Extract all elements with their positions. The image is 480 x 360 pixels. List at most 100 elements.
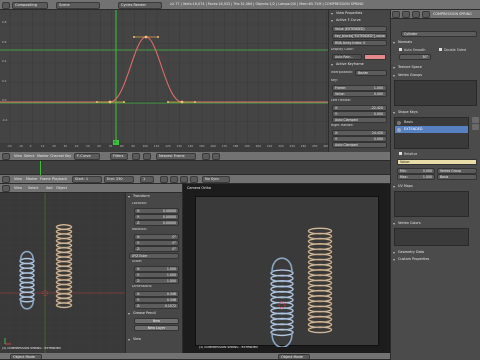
location-x[interactable]: X: 0.00000 xyxy=(134,208,179,214)
shape-key-remove-button[interactable] xyxy=(472,124,479,130)
timeline-type-icon[interactable] xyxy=(2,176,10,183)
active-fcurve-section[interactable]: Active F-Curve xyxy=(330,18,389,24)
menu-select[interactable]: Select xyxy=(24,154,34,158)
left-handle-type[interactable]: Auto Clamped xyxy=(332,117,387,123)
uv-maps-list[interactable] xyxy=(394,191,469,217)
graph-canvas[interactable] xyxy=(0,10,328,152)
timeline-menu-view[interactable]: View xyxy=(14,177,22,181)
menu-channel[interactable]: Channel xyxy=(50,154,64,158)
graph-editor-type-icon[interactable] xyxy=(2,153,10,160)
shape-key-basis[interactable]: Basis xyxy=(395,119,468,126)
play-icon[interactable] xyxy=(180,176,188,183)
right-mode-select[interactable]: Object Mode xyxy=(278,353,310,359)
transform-section[interactable]: Transform xyxy=(127,194,181,200)
shape-key-add-button[interactable] xyxy=(472,117,479,123)
filters-button[interactable]: Filters xyxy=(110,153,128,160)
right-handle-x-field[interactable]: X: 24.420 xyxy=(332,130,387,136)
auto-snap-select[interactable]: Nearest Frame xyxy=(156,153,196,160)
right-handle-type[interactable]: Auto Clamped xyxy=(332,142,387,148)
viewport-menu-add[interactable]: Add xyxy=(46,186,53,190)
relative-checkbox[interactable]: Relative xyxy=(399,152,478,157)
timeline-menu-marker[interactable]: Marker xyxy=(26,177,38,181)
viewport-menu-view[interactable]: View xyxy=(14,186,22,190)
pivot-icon[interactable] xyxy=(132,153,140,160)
grease-pencil-new-button[interactable]: New xyxy=(134,318,179,324)
viewport-menu-select[interactable]: Select xyxy=(28,186,38,190)
start-frame-field[interactable]: Start: 1 xyxy=(72,176,102,183)
end-frame-field[interactable]: End: 250 xyxy=(104,176,134,183)
scene-tab-icon[interactable] xyxy=(412,11,420,18)
geometry-data-section[interactable]: Geometry Data xyxy=(392,250,479,256)
location-y[interactable]: Y: 0.00000 xyxy=(134,214,179,220)
normalize-icon[interactable] xyxy=(143,153,151,160)
rotation-mode-select[interactable]: XYZ Euler xyxy=(129,253,179,259)
vertex-colors-list[interactable] xyxy=(394,228,469,246)
location-z[interactable]: Z: 0.00000 xyxy=(134,220,179,226)
key-value-field[interactable]: Value: 0.000 xyxy=(332,91,387,97)
dimension-y[interactable]: Y: 0.346 xyxy=(134,297,179,303)
viewport-type-icon[interactable] xyxy=(2,185,10,192)
viewport-left[interactable] xyxy=(0,193,125,353)
dimension-z[interactable]: Z: 0.1572 xyxy=(134,303,179,309)
rotation-y[interactable]: Y: 0° xyxy=(134,240,179,246)
jump-start-icon[interactable] xyxy=(160,176,168,183)
object-name-field[interactable]: Cylinder xyxy=(401,31,477,37)
object-tab-icon[interactable] xyxy=(422,11,430,18)
angle-field[interactable]: 30° xyxy=(399,54,431,60)
play-reverse-icon[interactable] xyxy=(170,176,178,183)
active-keyframe-section[interactable]: Active Keyframe xyxy=(330,62,389,68)
vertex-group-field[interactable]: Vertex Group xyxy=(437,168,477,174)
scale-z[interactable]: Z: 1.000 xyxy=(134,278,179,284)
color-mode-select[interactable]: Auto Rain... xyxy=(332,54,362,60)
timeline-track[interactable] xyxy=(0,161,390,175)
layout-selector[interactable]: Compositing xyxy=(12,1,48,9)
interpolation-select[interactable]: Bezier xyxy=(355,70,387,76)
range-max-field[interactable]: Max: 1.000 xyxy=(397,174,435,180)
custom-properties-section[interactable]: Custom Properties xyxy=(392,257,479,263)
grease-pencil-new-layer-button[interactable]: New Layer xyxy=(134,325,179,331)
scene-selector[interactable]: Scene xyxy=(56,1,100,9)
vertex-groups-section[interactable]: Vertex Groups xyxy=(392,73,479,79)
array-index-field[interactable]: RNA Array Index: 0 xyxy=(332,40,387,46)
rotation-x[interactable]: X: 0° xyxy=(134,234,179,240)
timeline-menu-playback[interactable]: Playback xyxy=(52,177,67,181)
double-sided-checkbox[interactable]: Double Sided xyxy=(439,48,478,53)
menu-view[interactable]: View xyxy=(14,154,22,158)
relative-to-field[interactable]: Basis xyxy=(437,174,477,180)
editor-type-icon[interactable] xyxy=(2,1,10,9)
render-tab-icon[interactable] xyxy=(402,11,410,18)
properties-type-icon[interactable] xyxy=(392,11,400,18)
render-engine-selector[interactable]: Cycles Render xyxy=(118,1,162,9)
rotation-z[interactable]: Z: 0° xyxy=(134,246,179,252)
vertex-colors-section[interactable]: Vertex Colors xyxy=(392,221,479,227)
channel-name-field[interactable]: Value (EXTENDED) xyxy=(332,26,387,32)
rna-path-field[interactable]: key_blocks["EXTENDED"].value xyxy=(332,33,387,39)
scale-y[interactable]: Y: 1.000 xyxy=(134,272,179,278)
paste-icon[interactable] xyxy=(212,153,220,160)
range-min-field[interactable]: Min: 0.000 xyxy=(397,168,435,174)
jump-end-icon[interactable] xyxy=(190,176,198,183)
viewport-menu-object[interactable]: Object xyxy=(56,186,67,190)
vertex-groups-list[interactable] xyxy=(394,80,477,106)
menu-key[interactable]: Key xyxy=(65,154,71,158)
sync-select[interactable]: No Sync xyxy=(202,176,230,183)
color-swatch[interactable] xyxy=(364,54,386,60)
shape-keys-list[interactable]: Basis EXTENDED xyxy=(394,117,469,149)
graph-editor[interactable]: 0.8 0.6 0.4 0.2 0.0 -0.2 -20 -10 0 10 20 30 40 50 60 7… xyxy=(0,10,328,152)
right-handle-y-field[interactable]: Y: 0.000 xyxy=(332,136,387,142)
dimension-x[interactable]: X: 0.346 xyxy=(134,291,179,297)
copy-icon[interactable] xyxy=(202,153,210,160)
graph-mode-select[interactable]: F-Curve xyxy=(74,153,100,160)
grease-pencil-section[interactable]: Grease Pencil xyxy=(127,311,181,317)
texture-space-section[interactable]: Texture Space xyxy=(392,65,479,71)
shape-keys-section[interactable]: Shape Keys xyxy=(392,110,479,116)
shape-value-slider[interactable]: Value: xyxy=(397,159,477,165)
left-handle-y-field[interactable]: Y: 0.000 xyxy=(332,111,387,117)
view-section[interactable]: View xyxy=(127,337,181,343)
scale-x[interactable]: X: 1.000 xyxy=(134,266,179,272)
uv-maps-section[interactable]: UV Maps xyxy=(392,184,479,190)
menu-marker[interactable]: Marker xyxy=(37,154,49,158)
current-frame-field[interactable]: 1 xyxy=(140,176,154,183)
viewport-right[interactable]: Camera Ortho (1) COMPRESSION SPRING : EX… xyxy=(182,184,390,353)
timeline-menu-frame[interactable]: Frame xyxy=(40,177,51,181)
